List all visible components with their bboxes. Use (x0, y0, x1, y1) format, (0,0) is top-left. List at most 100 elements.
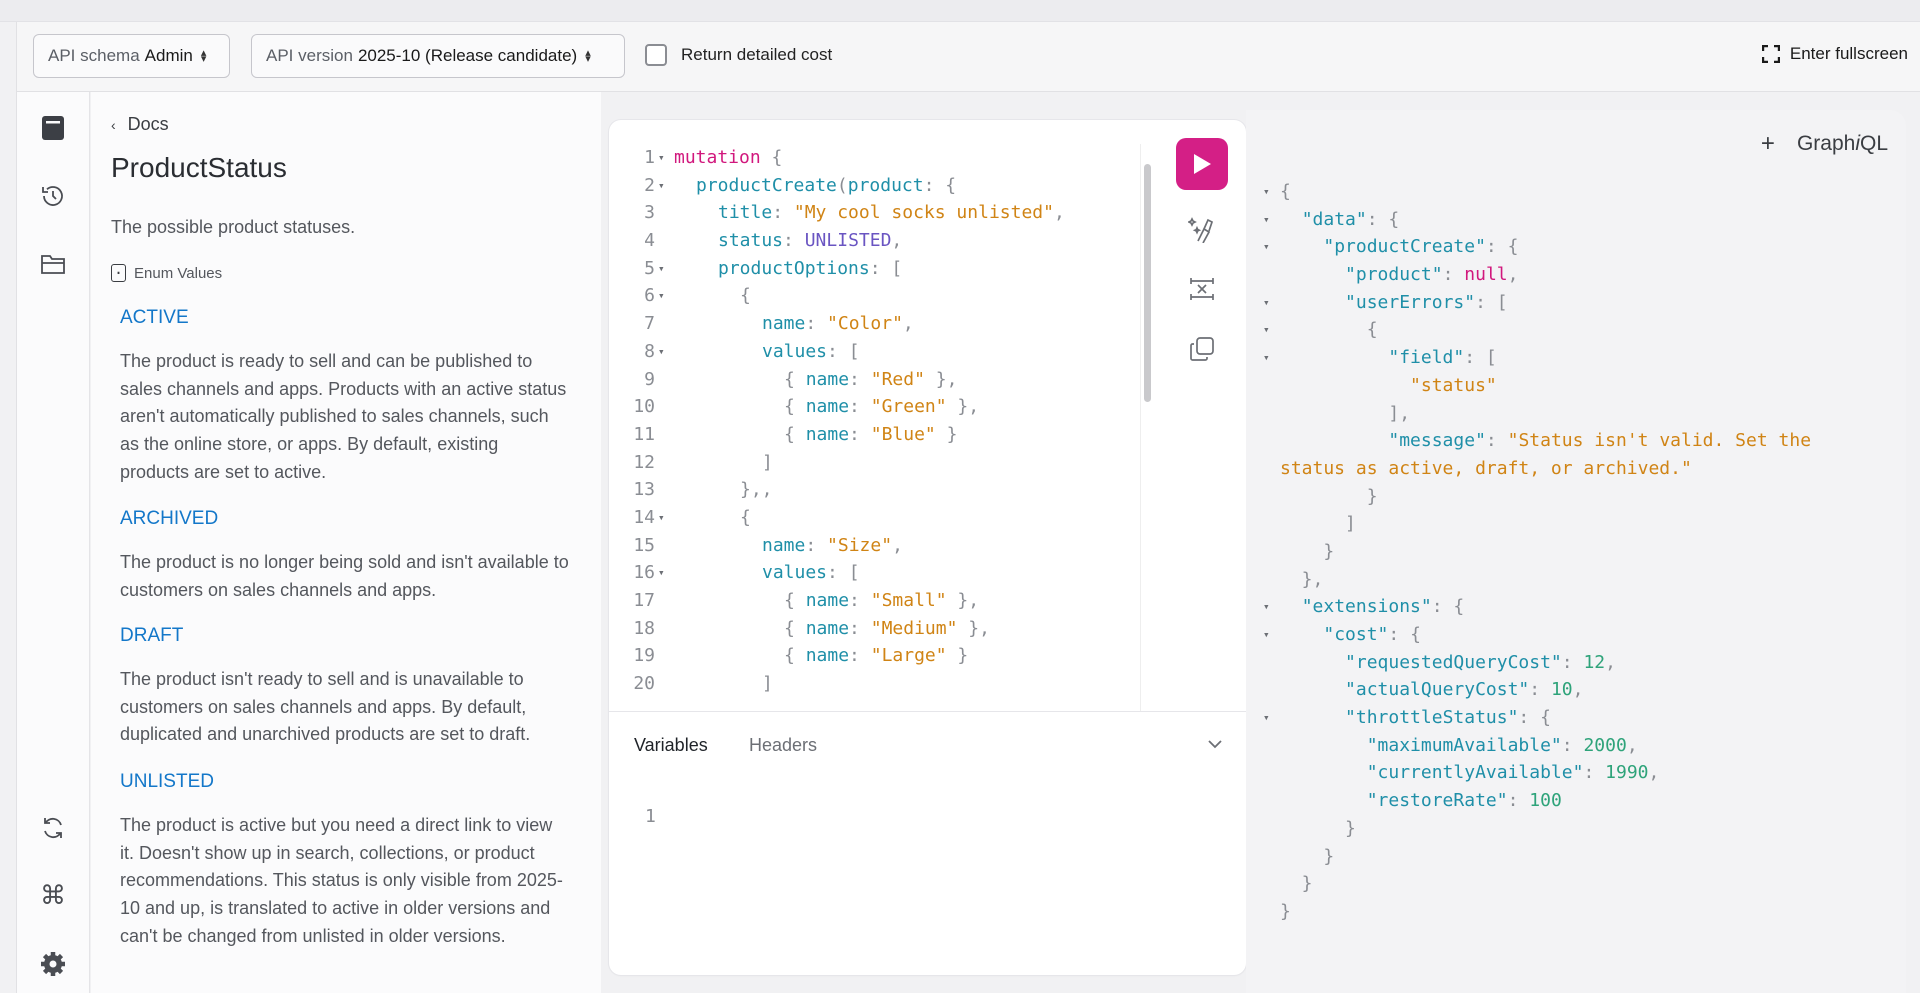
toolbar: API schema Admin ▴ ▾ API version 2025-10 … (16, 22, 1920, 92)
tab-variables[interactable]: Variables (634, 735, 708, 756)
code-token: { (784, 396, 806, 418)
fold-toggle-icon[interactable]: ▾ (1263, 316, 1270, 344)
json-token: }, (1280, 568, 1324, 590)
code-line[interactable]: 6 ▾ { (609, 282, 1139, 310)
code-line[interactable]: 10 { name: "Green" }, (609, 393, 1139, 421)
code-line[interactable]: 20] (609, 670, 1139, 698)
query-editor[interactable]: 1 ▾ mutation {2 ▾ productCreate(product: {3 t… (609, 144, 1139, 711)
fold-toggle-icon[interactable]: ▾ (1263, 621, 1270, 649)
fold-toggle-icon[interactable]: ▾ (1263, 344, 1270, 372)
code-line[interactable]: 4 status: UNLISTED, (609, 227, 1139, 255)
fold-toggle-icon[interactable]: ▾ (658, 282, 665, 310)
code-token: name (805, 590, 850, 611)
code-line[interactable]: 18 { name: "Medium" }, (609, 615, 1139, 643)
variables-line-number[interactable]: 1 (645, 806, 656, 827)
code-line[interactable]: 8 ▾ values: [ (609, 338, 1139, 366)
code-line[interactable]: 3 title: "My cool socks unlisted", (609, 199, 1139, 227)
api-version-select[interactable]: API version 2025-10 (Release candidate) … (251, 34, 625, 78)
json-token: , (1572, 679, 1584, 701)
select-arrows-icon: ▴ ▾ (200, 47, 207, 65)
enum-value-link[interactable]: ACTIVE (120, 307, 189, 329)
fold-toggle-icon[interactable]: ▾ (658, 559, 665, 587)
json-token: } (1280, 900, 1291, 922)
tab-headers[interactable]: Headers (749, 735, 817, 756)
shortcuts-command-icon[interactable]: ⌘ (39, 881, 67, 911)
result-line: ], (1246, 400, 1906, 428)
fold-toggle-icon[interactable]: ▾ (658, 255, 665, 283)
code-token: product (847, 174, 924, 196)
json-token: } (1280, 845, 1335, 867)
code-token: values (762, 340, 828, 362)
enum-value-link[interactable]: ARCHIVED (120, 508, 218, 530)
json-token: : (1485, 430, 1508, 452)
json-token: { (1280, 181, 1291, 202)
docs-back-link[interactable]: ‹ Docs (111, 114, 169, 135)
line-number: 7 (644, 313, 655, 335)
detailed-cost-checkbox[interactable] (645, 44, 667, 66)
detailed-cost-toggle[interactable]: Return detailed cost (645, 44, 832, 66)
enum-value-link[interactable]: DRAFT (120, 625, 183, 647)
json-token: "cost" (1323, 624, 1389, 645)
fold-toggle-icon[interactable]: ▾ (658, 144, 665, 172)
line-number: 3 (644, 202, 655, 224)
code-line[interactable]: 14 ▾ { (609, 504, 1139, 532)
api-schema-label: API schema (48, 46, 140, 65)
code-token: "My cool socks unlisted" (793, 202, 1054, 224)
settings-gear-icon[interactable] (39, 950, 67, 978)
code-line[interactable]: 17 { name: "Small" }, (609, 587, 1139, 615)
code-line[interactable]: 5 ▾ productOptions: [ (609, 255, 1139, 283)
code-line[interactable]: 9 { name: "Red" }, (609, 366, 1139, 394)
fold-toggle-icon[interactable]: ▾ (1263, 289, 1270, 317)
code-line[interactable]: 15 name: "Size", (609, 532, 1139, 560)
refetch-schema-icon[interactable] (39, 814, 67, 842)
merge-fragments-icon[interactable] (1187, 274, 1217, 304)
editor-scrollbar[interactable] (1140, 144, 1152, 711)
json-token: } (1280, 485, 1378, 507)
json-token: : { (1518, 707, 1551, 729)
result-viewer[interactable]: ▾{▾ "data": {▾ "productCreate": { "produ… (1246, 178, 1906, 926)
json-token: "Status isn't valid. Set the (1507, 430, 1812, 452)
code-token: : (849, 396, 871, 418)
code-token: { (784, 423, 806, 445)
scrollbar-thumb[interactable] (1144, 164, 1151, 402)
code-token: } (946, 645, 969, 667)
fold-toggle-icon[interactable]: ▾ (1263, 704, 1270, 732)
code-line[interactable]: 12] (609, 449, 1139, 477)
result-line: ▾ "throttleStatus": { (1246, 704, 1906, 732)
fold-toggle-icon[interactable]: ▾ (658, 338, 665, 366)
enum-value-link[interactable]: UNLISTED (120, 771, 214, 793)
fold-toggle-icon[interactable]: ▾ (658, 172, 665, 200)
line-number: 10 (633, 396, 655, 418)
code-line[interactable]: 19 { name: "Large" } (609, 642, 1139, 670)
copy-icon[interactable] (1187, 334, 1217, 364)
run-query-button[interactable] (1176, 138, 1228, 190)
code-line[interactable]: 7 name: "Color", (609, 310, 1139, 338)
add-tab-button[interactable]: + (1761, 130, 1775, 158)
enum-value-description: The product is ready to sell and can be … (120, 351, 567, 482)
code-token: }, (946, 396, 980, 418)
docs-book-icon[interactable] (39, 114, 67, 142)
code-token: ( (836, 174, 848, 196)
code-token: : { (923, 174, 957, 196)
fold-toggle-icon[interactable]: ▾ (1263, 206, 1270, 234)
select-arrows-icon: ▴ ▾ (585, 47, 591, 65)
api-schema-select[interactable]: API schema Admin ▴ ▾ (33, 34, 230, 78)
fold-toggle-icon[interactable]: ▾ (1263, 178, 1270, 206)
fold-toggle-icon[interactable]: ▾ (1263, 593, 1270, 621)
chevron-down-icon[interactable] (1205, 734, 1225, 754)
prettify-icon[interactable] (1187, 214, 1217, 244)
code-line[interactable]: 13},, (609, 476, 1139, 504)
code-line[interactable]: 11 { name: "Blue" } (609, 421, 1139, 449)
fold-toggle-icon[interactable]: ▾ (1263, 233, 1270, 261)
fold-toggle-icon[interactable]: ▾ (658, 504, 665, 532)
code-line[interactable]: 2 ▾ productCreate(product: { (609, 172, 1139, 200)
code-line[interactable]: 16 ▾ values: [ (609, 559, 1139, 587)
result-line: ▾ "field": [ (1246, 344, 1906, 372)
history-icon[interactable] (39, 182, 67, 210)
json-token: : { (1431, 596, 1465, 618)
code-token: title (718, 202, 773, 224)
line-number: 18 (633, 617, 655, 639)
enter-fullscreen-button[interactable]: Enter fullscreen (1761, 44, 1908, 64)
explorer-folder-icon[interactable] (39, 250, 67, 278)
code-line[interactable]: 1 ▾ mutation { (609, 144, 1139, 172)
